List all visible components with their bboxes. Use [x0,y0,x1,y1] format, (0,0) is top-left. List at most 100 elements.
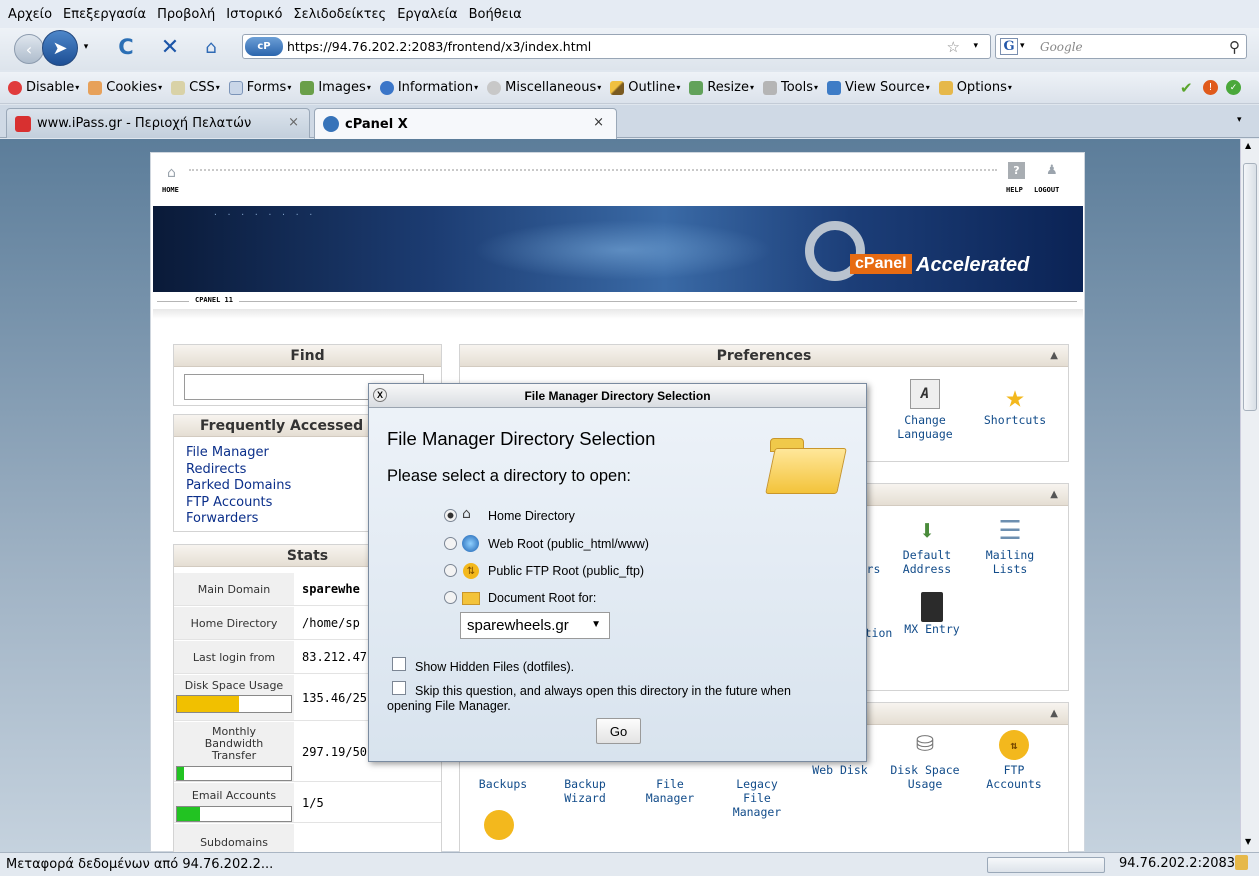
tab-list-icon[interactable]: ▾ [1237,115,1242,125]
validate-icon[interactable]: ✓ [1226,80,1241,95]
banner-ticker: · · · · · · · · [213,210,316,219]
reload-icon[interactable]: C [114,34,138,60]
change-language-shortcut[interactable]: A Change Language [890,379,960,441]
tab-close-icon[interactable]: × [593,115,604,130]
wd-forms[interactable]: Forms ▾ [228,80,291,95]
option-public-ftp[interactable]: Public FTP Root (public_ftp) [488,564,644,578]
file-manager-dialog: X File Manager Directory Selection File … [368,383,867,762]
shortcuts-shortcut[interactable]: ★ Shortcuts [980,379,1050,427]
logout-link[interactable]: LOGOUT [1034,186,1059,194]
wd-view-source[interactable]: View Source ▾ [827,80,930,95]
help-icon[interactable]: ? [1008,162,1025,179]
ftp-session-icon[interactable] [484,810,514,840]
default-address-shortcut[interactable]: ⬇ Default Address [892,514,962,576]
radio-home-directory[interactable] [444,509,457,522]
mx-entry-shortcut[interactable]: MX Entry [892,592,972,636]
tab-close-icon[interactable]: × [288,115,299,130]
home-icon[interactable]: ⌂ [198,34,224,60]
wd-miscellaneous[interactable]: Miscellaneous ▾ [487,80,601,95]
miscellaneous-icon [487,80,502,95]
disk-space-usage-shortcut[interactable]: ⛁ Disk Space Usage [890,727,960,791]
menu-file[interactable]: Αρχείο [8,7,52,22]
show-hidden-checkbox[interactable] [392,657,406,671]
menu-bookmarks[interactable]: Σελιδοδείκτες [293,7,386,22]
scrollbar-thumb[interactable] [1243,163,1257,411]
back-button[interactable]: ‹ [14,34,44,64]
search-engine-icon[interactable]: G [1000,38,1018,55]
skip-question-label-1[interactable]: Skip this question, and always open this… [415,684,791,698]
skip-question-checkbox[interactable] [392,681,406,695]
menu-view[interactable]: Προβολή [157,7,215,22]
dialog-prompt: Please select a directory to open: [387,467,631,485]
wd-images[interactable]: Images ▾ [300,80,371,95]
collapse-icon[interactable]: ▲ [1050,708,1058,719]
outline-icon [610,80,625,95]
history-dropdown-icon[interactable]: ▾ [80,40,92,54]
wd-outline[interactable]: Outline ▾ [610,80,680,95]
lock-icon[interactable] [1235,855,1248,870]
go-button[interactable]: Go [596,718,641,744]
mx-entry-icon [921,592,943,622]
stop-icon[interactable]: ✕ [158,34,182,60]
help-link[interactable]: HELP [1006,186,1023,194]
url-dropdown-icon[interactable]: ▾ [973,41,978,51]
file-manager-shortcut[interactable]: File Manager [635,763,705,805]
forward-button[interactable]: ➤ [42,30,78,66]
forms-icon [228,80,243,95]
engine-dropdown-icon[interactable]: ▾ [1020,41,1025,51]
collapse-icon[interactable]: ▲ [1050,489,1058,500]
site-identity-icon[interactable]: cP [245,37,283,56]
vertical-scrollbar[interactable]: ▲ ▼ [1240,139,1259,852]
wd-css[interactable]: CSS ▾ [171,80,220,95]
home-link[interactable]: HOME [162,186,179,194]
radio-public-ftp[interactable] [444,564,457,577]
backups-shortcut[interactable]: Backups [468,763,538,791]
collapse-icon[interactable]: ▲ [1050,350,1058,361]
menu-tools[interactable]: Εργαλεία [397,7,457,22]
option-web-root[interactable]: Web Root (public_html/www) [488,537,649,551]
domain-select[interactable]: sparewheels.gr ▼ [460,612,610,639]
dialog-close-icon[interactable]: X [373,388,387,402]
wd-information[interactable]: Information ▾ [379,80,478,95]
home-nav-icon[interactable]: ⌂ [167,165,176,181]
bookmark-star-icon[interactable]: ☆ [947,38,960,56]
menu-history[interactable]: Ιστορικό [226,7,282,22]
css-icon [171,80,186,95]
radio-web-root[interactable] [444,537,457,550]
backup-wizard-shortcut[interactable]: Backup Wizard [550,763,620,805]
mailing-lists-shortcut[interactable]: ☰ Mailing Lists [970,514,1050,576]
cpanel-version: CPANEL 11 [189,296,239,304]
skip-question-label-2[interactable]: opening File Manager. [387,699,511,713]
search-icon[interactable]: ⚲ [1229,38,1240,56]
legacy-file-manager-shortcut[interactable]: Legacy File Manager [722,763,792,819]
url-text: https://94.76.202.2:2083/frontend/x3/ind… [287,39,592,54]
address-bar[interactable]: cP https://94.76.202.2:2083/frontend/x3/… [242,34,991,59]
wd-options[interactable]: Options ▾ [938,80,1012,95]
show-hidden-label[interactable]: Show Hidden Files (dotfiles). [415,660,574,674]
scroll-up-icon[interactable]: ▲ [1245,141,1251,150]
tab-cpanel[interactable]: cPanel X × [314,108,617,139]
option-document-root[interactable]: Document Root for: [488,591,596,605]
stat-email-accounts: Email Accounts 1/5 [174,783,441,823]
search-bar[interactable]: G ▾ Google ⚲ [995,34,1247,59]
version-rule [157,301,1077,302]
wd-resize[interactable]: Resize ▾ [689,80,754,95]
scroll-down-icon[interactable]: ▼ [1245,837,1251,846]
default-address-icon: ⬇ [918,514,936,547]
wd-disable[interactable]: Disable ▾ [8,80,79,95]
ftp-accounts-shortcut[interactable]: ⇅ FTP Accounts [974,727,1054,791]
menu-edit[interactable]: Επεξεργασία [63,7,146,22]
check-icon[interactable]: ✔ [1180,79,1193,97]
error-icon[interactable]: ! [1203,80,1218,95]
radio-document-root[interactable] [444,591,457,604]
wd-cookies[interactable]: Cookies ▾ [88,80,162,95]
tab-ipass[interactable]: www.iPass.gr - Περιοχή Πελατών × [6,108,310,138]
menu-help[interactable]: Βοήθεια [469,7,522,22]
option-home-directory[interactable]: Home Directory [488,509,575,523]
dotted-divider [189,169,997,171]
brand-name: cPanel [850,254,912,274]
disk-usage-icon: ⛁ [915,732,935,757]
ipass-favicon-icon [15,115,31,132]
logout-icon[interactable]: ♟ [1046,163,1058,178]
wd-tools[interactable]: Tools ▾ [763,80,818,95]
